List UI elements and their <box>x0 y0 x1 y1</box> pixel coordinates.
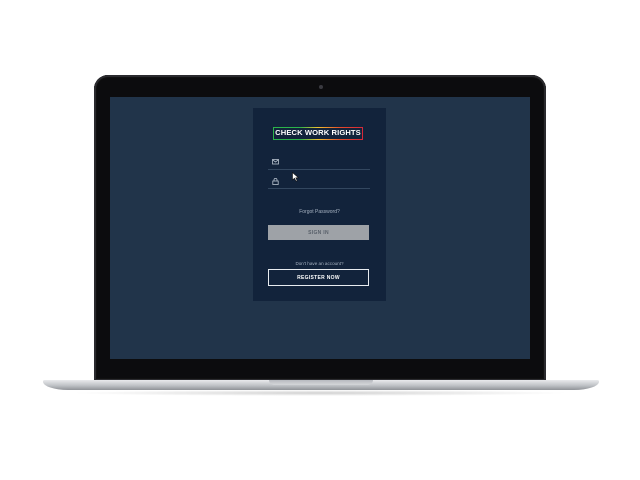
no-account-text: Don't have an account? <box>295 261 344 266</box>
envelope-icon <box>272 159 279 165</box>
email-input[interactable] <box>284 157 368 168</box>
register-now-button[interactable]: REGISTER NOW <box>268 269 369 286</box>
laptop-shadow <box>70 390 570 396</box>
laptop-lid: CHECK WORK RIGHTS Forgot Password? SIGN … <box>94 75 546 381</box>
mouse-cursor-icon <box>292 169 300 182</box>
lock-icon <box>272 178 279 185</box>
login-card: CHECK WORK RIGHTS Forgot Password? SIGN … <box>253 108 386 301</box>
laptop-screen: CHECK WORK RIGHTS Forgot Password? SIGN … <box>110 97 530 359</box>
laptop-notch <box>269 380 373 385</box>
sign-in-button[interactable]: SIGN IN <box>268 225 369 240</box>
camera-dot <box>319 85 323 89</box>
forgot-password-link[interactable]: Forgot Password? <box>253 209 386 215</box>
password-field[interactable] <box>268 176 370 189</box>
email-field[interactable] <box>268 157 370 170</box>
laptop-base <box>43 380 599 390</box>
check-work-rights-logo: CHECK WORK RIGHTS <box>273 127 363 140</box>
